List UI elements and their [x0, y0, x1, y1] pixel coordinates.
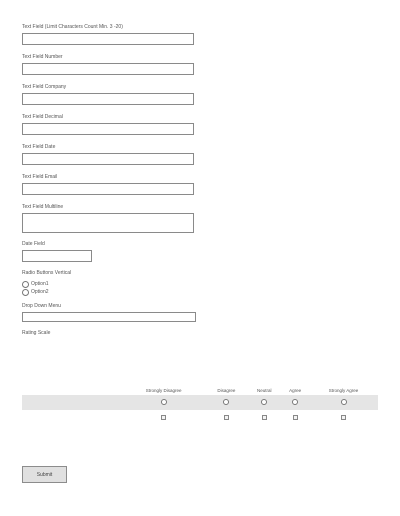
rating-scale-table: Strongly Disagree Disagree Neutral Agree… [22, 388, 378, 425]
rating-corner [22, 388, 122, 395]
rating-cell [247, 410, 281, 425]
rating-cell [205, 395, 248, 410]
radio-group-label: Radio Buttons Vertical [22, 270, 72, 276]
rating-row-checkbox [22, 410, 378, 425]
rating-cell [309, 395, 378, 410]
checkbox-icon[interactable] [223, 414, 229, 420]
field-label-text-limit: Text Field (Limit Characters Count Min. … [22, 24, 123, 30]
rating-col-agree: Agree [289, 388, 302, 393]
multiline-textarea[interactable] [22, 213, 194, 233]
email-input[interactable] [22, 183, 194, 195]
field-label-multiline: Text Field Multiline [22, 204, 64, 210]
field-label-company: Text Field Company [22, 84, 67, 90]
number-input[interactable] [22, 63, 194, 75]
field-label-date-text: Text Field Date [22, 144, 56, 150]
checkbox-icon[interactable] [292, 414, 298, 420]
text-limit-input[interactable] [22, 33, 194, 45]
rating-row-label [22, 395, 122, 410]
submit-button[interactable]: Submit [22, 466, 67, 483]
checkbox-icon[interactable] [261, 414, 267, 420]
field-label-number: Text Field Number [22, 54, 63, 60]
date-field-input[interactable] [22, 250, 92, 262]
rating-cell [281, 395, 310, 410]
rating-row-label [22, 410, 122, 425]
date-text-input[interactable] [22, 153, 194, 165]
company-input[interactable] [22, 93, 194, 105]
radio-button-icon[interactable] [223, 399, 230, 406]
radio-option-1[interactable]: Option1 [22, 280, 382, 288]
radio-button-icon[interactable] [261, 399, 268, 406]
rating-cell [247, 395, 282, 410]
rating-col-strongly-disagree: Strongly Disagree [145, 388, 182, 393]
rating-col-disagree: Disagree [217, 388, 236, 393]
radio-group: Option1 Option2 [22, 280, 382, 296]
rating-cell [122, 410, 205, 425]
rating-cell [205, 410, 247, 425]
rating-row-radio [22, 395, 378, 410]
date-field-label: Date Field [22, 241, 45, 247]
rating-cell [281, 410, 309, 425]
radio-option-label: Option1 [31, 281, 49, 287]
field-label-decimal: Text Field Decimal [22, 114, 63, 120]
checkbox-icon[interactable] [161, 414, 167, 420]
radio-button-icon[interactable] [340, 399, 347, 406]
rating-col-strongly-agree: Strongly Agree [328, 388, 359, 393]
rating-cell [309, 410, 378, 425]
decimal-input[interactable] [22, 123, 194, 135]
form: Text Field (Limit Characters Count Min. … [22, 24, 382, 336]
radio-button-icon[interactable] [292, 399, 299, 406]
checkbox-icon[interactable] [341, 414, 347, 420]
rating-header-row: Strongly Disagree Disagree Neutral Agree… [22, 388, 378, 395]
rating-col-neutral: Neutral [256, 388, 272, 393]
rating-cell [122, 395, 206, 410]
dropdown-select[interactable] [22, 312, 196, 322]
radio-button-icon[interactable] [160, 399, 167, 406]
dropdown-label: Drop Down Menu [22, 303, 61, 309]
field-label-email: Text Field Email [22, 174, 58, 180]
radio-button-icon[interactable] [22, 280, 29, 288]
radio-option-2[interactable]: Option2 [22, 288, 382, 296]
rating-scale-label: Rating Scale [22, 330, 51, 336]
radio-button-icon[interactable] [22, 288, 29, 296]
radio-option-label: Option2 [31, 289, 49, 295]
